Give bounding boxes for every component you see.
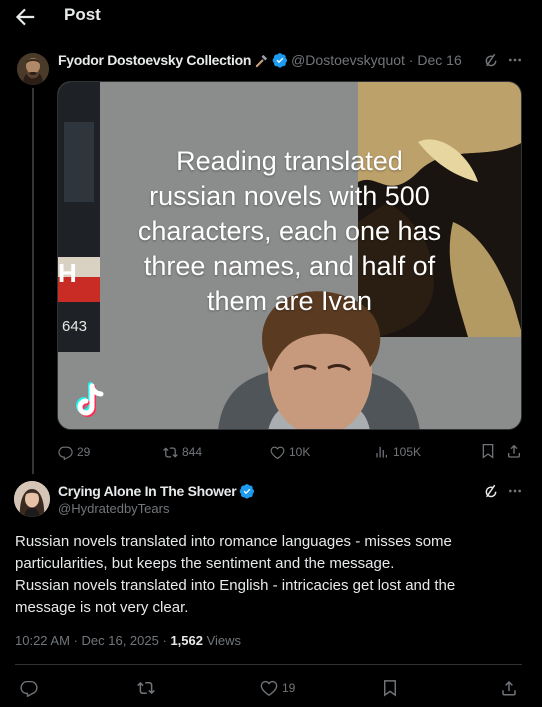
- more-options-icon[interactable]: [507, 483, 523, 499]
- like-action-button[interactable]: 19: [260, 678, 295, 698]
- tweet-date[interactable]: Dec 16: [417, 52, 461, 68]
- caption-line: Reading translated: [176, 146, 403, 176]
- poster-number: 643: [62, 318, 88, 335]
- separator-dot: ·: [73, 633, 82, 648]
- reply-text-line: message is not very clear.: [15, 599, 189, 616]
- reply-text-line: Russian novels translated into English -…: [15, 577, 456, 594]
- reply-action-button[interactable]: [20, 678, 38, 698]
- verified-badge-icon: [240, 484, 255, 499]
- post-date[interactable]: Dec 16, 2025: [82, 633, 159, 648]
- reply-header: Crying Alone In The Shower: [58, 482, 258, 500]
- reply-text: Russian novels translated into romance l…: [15, 531, 525, 619]
- views-button[interactable]: 105K: [374, 443, 421, 461]
- author-handle[interactable]: @Dostoevskyquot: [291, 52, 405, 68]
- thread-line: [32, 88, 34, 474]
- bookmark-action-button[interactable]: [381, 678, 399, 698]
- post-time[interactable]: 10:22 AM: [15, 633, 70, 648]
- author-name[interactable]: Fyodor Dostoevsky Collection: [58, 52, 251, 68]
- tweet-header: Fyodor Dostoevsky Collection @Dostoevsky…: [58, 51, 462, 69]
- reply-text-line: particularities, but keeps the sentiment…: [15, 555, 395, 572]
- repost-icon: [137, 681, 155, 695]
- share-action-button[interactable]: [500, 678, 518, 698]
- like-count: 19: [282, 681, 296, 695]
- video-caption: Reading translated russian novels with 5…: [58, 144, 521, 319]
- page-title: Post: [64, 5, 101, 24]
- caption-line: russian novels with 500: [149, 181, 430, 211]
- reply-text-line: Russian novels translated into romance l…: [15, 533, 452, 550]
- reply-icon: [20, 680, 38, 697]
- divider: [15, 664, 522, 665]
- verified-badge-icon: [272, 53, 288, 68]
- repost-action-button[interactable]: [137, 678, 155, 698]
- bookmark-icon: [384, 680, 396, 697]
- reply-author-name[interactable]: Crying Alone In The Shower: [58, 483, 237, 499]
- caption-line: characters, each one has: [137, 216, 442, 246]
- tiktok-logo-icon: [76, 382, 104, 417]
- back-arrow-icon[interactable]: [12, 4, 38, 30]
- separator-dot: ·: [404, 52, 418, 68]
- reply-avatar[interactable]: [14, 481, 50, 517]
- like-count: 10K: [289, 445, 311, 459]
- post-views-count: 1,562: [170, 633, 203, 648]
- reply-author-handle[interactable]: @HydratedbyTears: [58, 501, 169, 516]
- more-options-icon[interactable]: [507, 52, 523, 68]
- views-count: 105K: [393, 445, 422, 459]
- reply-icon: [58, 446, 73, 460]
- caption-line: three names, and half of: [143, 251, 436, 281]
- caption-line: them are Ivan: [206, 286, 373, 316]
- repost-icon: [163, 446, 178, 458]
- views-chart-icon: [376, 446, 387, 457]
- share-icon[interactable]: [506, 443, 522, 459]
- heart-icon: [260, 680, 278, 697]
- heart-icon: [270, 446, 285, 459]
- repost-count: 844: [182, 445, 203, 459]
- reply-button[interactable]: 29: [58, 443, 90, 461]
- hammer-icon: [255, 54, 268, 67]
- grok-icon[interactable]: [483, 483, 499, 499]
- tweet-media-video[interactable]: H 643 Reading translated russian novels …: [57, 81, 522, 430]
- grok-icon[interactable]: [483, 52, 499, 68]
- repost-button[interactable]: 844: [163, 443, 202, 461]
- post-metadata: 10:22 AM · Dec 16, 2025 · 1,562 Views: [15, 633, 241, 648]
- like-button[interactable]: 10K: [270, 443, 310, 461]
- bookmark-icon[interactable]: [480, 443, 496, 459]
- reply-count: 29: [77, 445, 91, 459]
- post-views-label: Views: [206, 633, 242, 648]
- avatar[interactable]: [17, 53, 49, 85]
- share-icon: [502, 680, 516, 696]
- top-bar: Post: [0, 0, 542, 34]
